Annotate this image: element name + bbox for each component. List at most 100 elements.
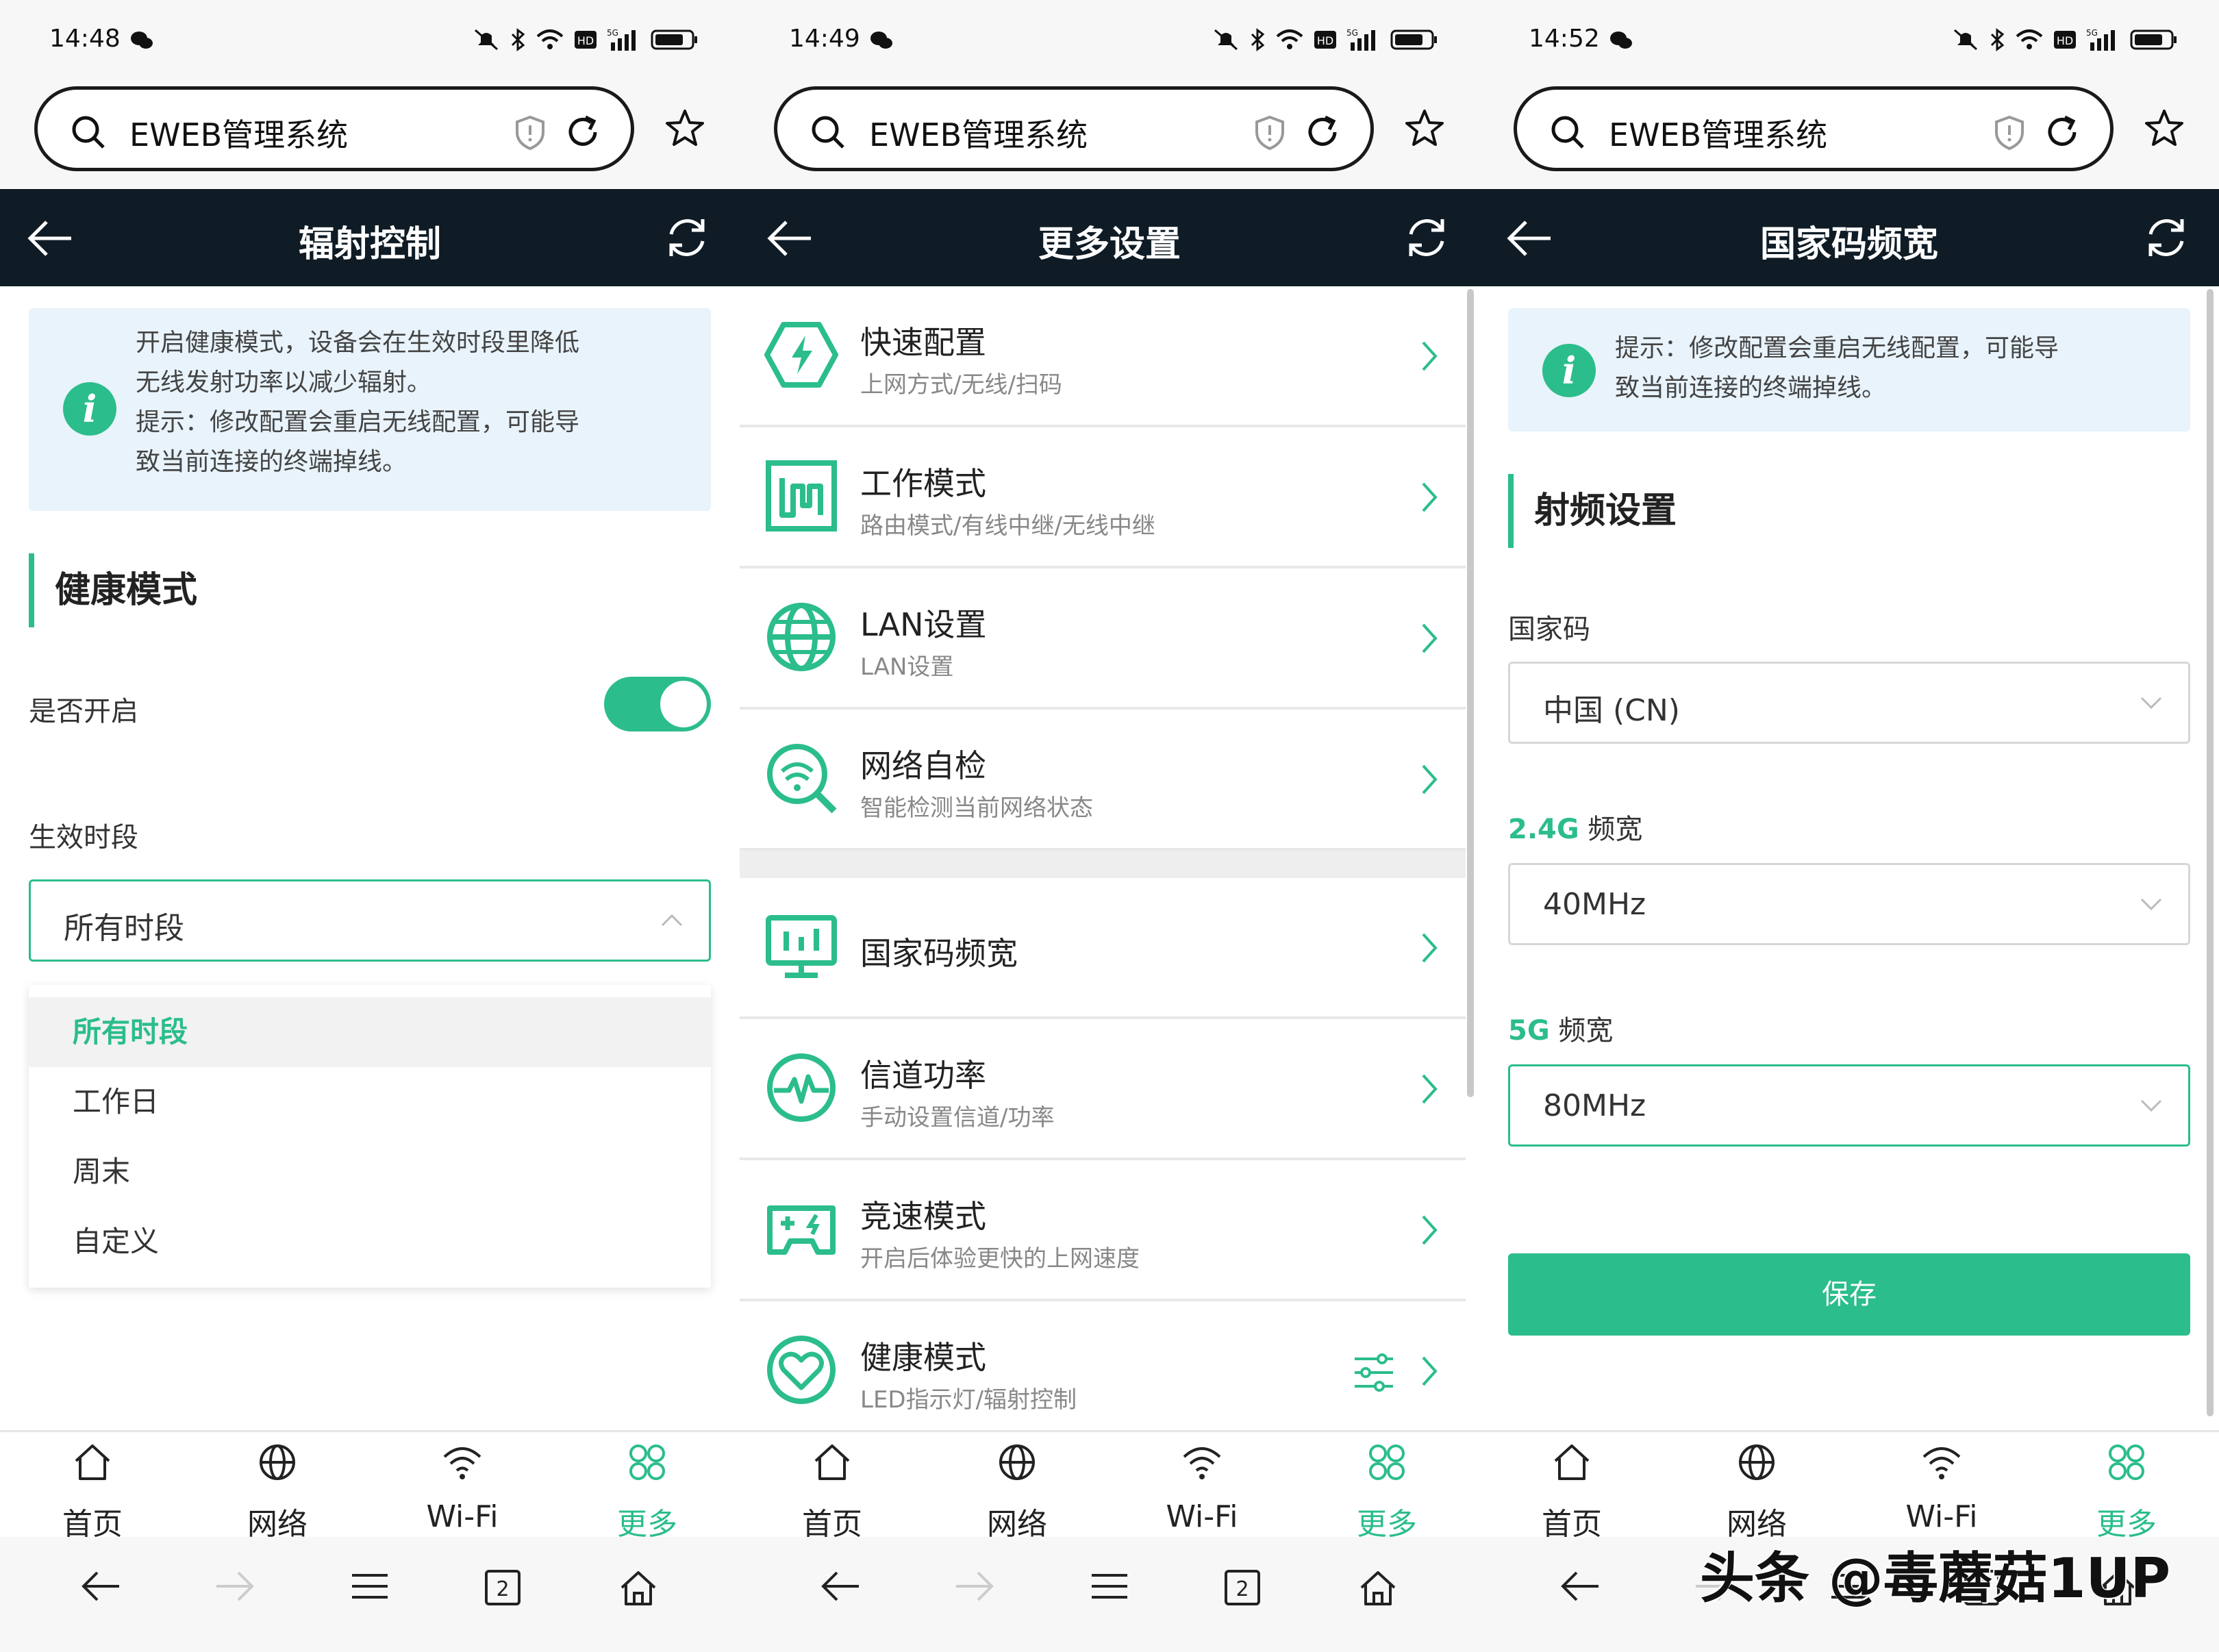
alert-line: 致当前连接的终端掉线。 bbox=[1615, 374, 1887, 402]
shield-icon[interactable] bbox=[1253, 114, 1287, 151]
alert-line: 提示：修改配置会重启无线配置，可能导 bbox=[136, 408, 580, 436]
globe-icon bbox=[260, 1444, 295, 1480]
star-icon[interactable] bbox=[664, 108, 705, 148]
dropdown-option[interactable]: 周末 bbox=[29, 1137, 711, 1207]
tabs-icon[interactable]: 2 bbox=[484, 1568, 522, 1607]
reload-icon[interactable] bbox=[562, 112, 603, 153]
refresh-icon[interactable] bbox=[663, 214, 711, 262]
period-select[interactable]: 所有时段 bbox=[29, 879, 711, 962]
dropdown-option[interactable]: 工作日 bbox=[29, 1067, 711, 1137]
country-select[interactable]: 中国 (CN) bbox=[1508, 662, 2190, 744]
url-bar[interactable]: EWEB管理系统 bbox=[774, 86, 1374, 171]
tab-network[interactable]: 网络 bbox=[1664, 1432, 1849, 1542]
tab-wifi[interactable]: Wi-Fi bbox=[1110, 1432, 1294, 1539]
menu-item-work-mode[interactable]: 工作模式 路由模式/有线中继/无线中继 bbox=[740, 427, 1466, 568]
sliders-icon[interactable] bbox=[1352, 1352, 1396, 1393]
wifi-icon bbox=[443, 1447, 481, 1479]
wifi-icon bbox=[1922, 1447, 1961, 1479]
tab-wifi[interactable]: Wi-Fi bbox=[1849, 1432, 2034, 1539]
bandwidth-5g-select[interactable]: 80MHz bbox=[1508, 1064, 2190, 1147]
status-icons: HD 5G bbox=[1212, 26, 1438, 53]
tab-label: Wi-Fi bbox=[1905, 1499, 1978, 1534]
alert-line: 致当前连接的终端掉线。 bbox=[136, 448, 408, 476]
home-icon[interactable] bbox=[1357, 1568, 1399, 1608]
bw5-label: 5G 频宽 bbox=[1508, 1008, 1613, 1048]
reload-icon[interactable] bbox=[2042, 112, 2083, 153]
tab-home[interactable]: 首页 bbox=[740, 1432, 925, 1542]
chevron-up-icon bbox=[661, 914, 683, 927]
enable-label: 是否开启 bbox=[29, 696, 138, 727]
label-text: 频宽 bbox=[1579, 814, 1643, 845]
refresh-icon[interactable] bbox=[1403, 214, 1451, 262]
forward-icon[interactable] bbox=[214, 1568, 255, 1604]
wechat-icon bbox=[870, 32, 892, 49]
chevron-right-icon bbox=[1422, 933, 1438, 963]
search-icon bbox=[1551, 116, 1584, 149]
dropdown-option[interactable]: 自定义 bbox=[29, 1207, 711, 1277]
tabs-icon[interactable]: 2 bbox=[1223, 1568, 1262, 1607]
tab-count: 2 bbox=[1236, 1577, 1249, 1601]
scrollbar[interactable] bbox=[1467, 289, 1474, 1097]
tab-network[interactable]: 网络 bbox=[185, 1432, 370, 1542]
toggle-knob bbox=[660, 681, 707, 727]
url-bar[interactable]: EWEB管理系统 bbox=[34, 86, 634, 171]
menu-item-speed-mode[interactable]: 竞速模式 开启后体验更快的上网速度 bbox=[740, 1160, 1466, 1301]
shield-icon[interactable] bbox=[1992, 114, 2027, 151]
signal-5g-icon: 5G bbox=[607, 28, 636, 51]
menu-item-health-mode[interactable]: 健康模式 LED指示灯/辐射控制 bbox=[740, 1301, 1466, 1430]
menu-icon[interactable] bbox=[1089, 1568, 1130, 1604]
tab-label: Wi-Fi bbox=[426, 1499, 499, 1534]
dropdown-option[interactable]: 所有时段 bbox=[29, 997, 711, 1067]
tab-wifi[interactable]: Wi-Fi bbox=[370, 1432, 555, 1539]
home-icon[interactable] bbox=[618, 1568, 659, 1608]
url-text: EWEB管理系统 bbox=[1609, 116, 1828, 153]
forward-icon[interactable] bbox=[953, 1568, 994, 1604]
menu-title: 健康模式 bbox=[860, 1339, 986, 1376]
bottom-tab-bar: 首页 网络 Wi-Fi 更多 bbox=[740, 1430, 1479, 1542]
menu-icon[interactable] bbox=[349, 1568, 390, 1604]
home-icon bbox=[75, 1444, 110, 1480]
url-bar[interactable]: EWEB管理系统 bbox=[1514, 86, 2114, 171]
wifi-status-icon bbox=[1276, 29, 1303, 49]
svg-text:5G: 5G bbox=[607, 28, 618, 38]
wechat-icon bbox=[1610, 32, 1632, 49]
chevron-right-icon bbox=[1422, 1356, 1438, 1386]
info-icon: i bbox=[1542, 344, 1596, 397]
panel-more-settings: 14:49 HD 5G EWEB管理系统 更多设置 快速配置 上网方式/无线/扫… bbox=[740, 0, 1479, 1652]
star-icon[interactable] bbox=[1404, 108, 1445, 148]
info-alert: i 提示：修改配置会重启无线配置，可能导 致当前连接的终端掉线。 bbox=[1508, 308, 2190, 431]
select-value: 所有时段 bbox=[64, 911, 184, 946]
svg-text:5G: 5G bbox=[1346, 28, 1358, 38]
back-icon[interactable] bbox=[820, 1568, 862, 1604]
menu-item-network-check[interactable]: 网络自检 智能检测当前网络状态 bbox=[740, 710, 1466, 851]
tab-more[interactable]: 更多 bbox=[555, 1432, 740, 1542]
menu-subtitle: 开启后体验更快的上网速度 bbox=[860, 1245, 1140, 1273]
scrollbar[interactable] bbox=[2207, 289, 2214, 1416]
refresh-icon[interactable] bbox=[2142, 214, 2190, 262]
reload-icon[interactable] bbox=[1302, 112, 1343, 153]
menu-item-quick-config[interactable]: 快速配置 上网方式/无线/扫码 bbox=[740, 286, 1466, 427]
tab-more[interactable]: 更多 bbox=[1294, 1432, 1479, 1542]
tab-network[interactable]: 网络 bbox=[925, 1432, 1110, 1542]
health-mode-toggle[interactable] bbox=[604, 677, 711, 731]
tab-home[interactable]: 首页 bbox=[0, 1432, 185, 1542]
menu-item-lan-settings[interactable]: LAN设置 LAN设置 bbox=[740, 568, 1466, 710]
status-time: 14:48 bbox=[49, 25, 121, 53]
battery-icon bbox=[1390, 29, 1437, 50]
menu-subtitle: 上网方式/无线/扫码 bbox=[860, 371, 1062, 399]
star-icon[interactable] bbox=[2144, 108, 2185, 148]
shield-icon[interactable] bbox=[513, 114, 547, 151]
back-icon[interactable] bbox=[81, 1568, 122, 1604]
tab-home[interactable]: 首页 bbox=[1479, 1432, 1664, 1542]
globe-icon bbox=[1739, 1444, 1775, 1480]
save-button[interactable]: 保存 bbox=[1508, 1253, 2190, 1336]
chevron-right-icon bbox=[1422, 341, 1438, 371]
menu-item-channel-power[interactable]: 信道功率 手动设置信道/功率 bbox=[740, 1019, 1466, 1160]
home-icon bbox=[814, 1444, 850, 1480]
content-area: i 提示：修改配置会重启无线配置，可能导 致当前连接的终端掉线。 射频设置 国家… bbox=[1479, 286, 2219, 1430]
back-icon[interactable] bbox=[1560, 1568, 1601, 1604]
bandwidth-2g-select[interactable]: 40MHz bbox=[1508, 863, 2190, 945]
tab-more[interactable]: 更多 bbox=[2034, 1432, 2219, 1542]
menu-item-country-bandwidth[interactable]: 国家码频宽 bbox=[740, 878, 1466, 1019]
chevron-down-icon bbox=[2140, 898, 2162, 911]
